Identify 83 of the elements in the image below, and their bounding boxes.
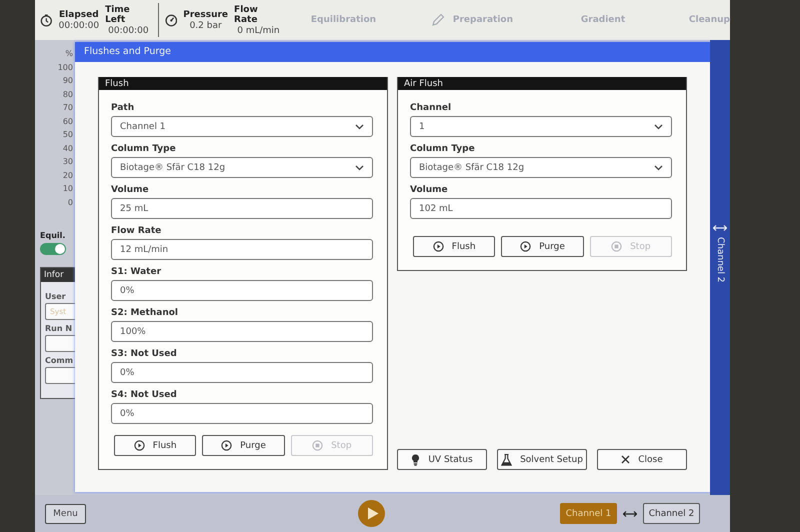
dialog-title-bar: Flushes and Purge: [75, 42, 710, 62]
side-tab[interactable]: Channel 2: [715, 237, 725, 283]
clock-icon: [40, 14, 53, 26]
chevron-down-icon: [654, 124, 663, 130]
field-label: Channel: [410, 102, 452, 115]
action-button[interactable]: Purge: [501, 236, 584, 257]
dropdown[interactable]: 1: [410, 116, 672, 137]
chevron-down-icon: [355, 124, 364, 130]
readout-value: 0 mL/min: [237, 26, 280, 36]
field-label: Volume: [410, 184, 449, 197]
flask-icon: [501, 454, 512, 466]
readout-value: 00:00:00: [58, 20, 100, 30]
field-label: Path: [111, 102, 136, 115]
action-button[interactable]: UV Status: [397, 449, 487, 470]
axis-tick-label: 0: [68, 196, 73, 208]
input-field[interactable]: [45, 335, 75, 352]
field-label: S3: Not Used: [111, 348, 178, 361]
input-field[interactable]: 0%: [111, 280, 373, 301]
axis-tick-label: 50: [62, 129, 73, 141]
input-field[interactable]: 12 mL/min: [111, 239, 373, 260]
play-circle-icon: [134, 440, 145, 451]
input-field[interactable]: 0%: [111, 403, 373, 424]
field-label: Flow Rate: [111, 225, 162, 238]
axis-tick-label: 20: [62, 170, 73, 182]
menu-button[interactable]: Menu: [45, 504, 86, 524]
axis-unit: %: [65, 48, 73, 60]
close-icon: [621, 455, 630, 464]
axis-tick-label: 90: [62, 75, 73, 87]
toggle-label: Equil.: [40, 231, 66, 240]
readout-value: 0.2 bar: [190, 20, 222, 30]
double-arrow-icon: [623, 510, 637, 516]
axis-tick-label: 100: [58, 62, 73, 74]
chevron-down-icon: [654, 164, 663, 170]
field-label: S1: Water: [111, 266, 162, 279]
play-icon: [367, 507, 379, 520]
axis-tick-label: 10: [62, 183, 73, 195]
section-title: Flush: [99, 77, 387, 90]
readout-value: 00:00:00: [108, 26, 149, 36]
axis-tick-label: 40: [62, 142, 73, 154]
axis-tick-label: 60: [62, 116, 73, 128]
play-circle-icon: [221, 440, 232, 451]
play-button[interactable]: [358, 500, 385, 527]
input-field[interactable]: [45, 367, 75, 384]
field-label: S4: Not Used: [111, 389, 178, 402]
panel-title: Infor: [41, 268, 75, 282]
action-button[interactable]: Flush: [413, 236, 496, 257]
play-circle-icon: [432, 241, 444, 252]
dropdown[interactable]: Biotage® Sfär C18 12g: [410, 157, 672, 178]
light-bulb-icon: [411, 454, 420, 466]
double-arrow-icon: [713, 225, 727, 231]
input-field[interactable]: 25 mL: [111, 198, 373, 219]
input-field[interactable]: 102 mL: [410, 198, 672, 219]
action-button[interactable]: Purge: [202, 435, 285, 456]
field-label: S2: Methanol: [111, 307, 179, 320]
gauge-icon: [164, 14, 178, 26]
readout-label: Time Left: [105, 4, 131, 24]
readout-label: Pressure: [183, 10, 228, 20]
action-button[interactable]: Close: [597, 449, 687, 470]
channel-tab[interactable]: Channel 2: [643, 503, 700, 524]
input-field[interactable]: 100%: [111, 321, 373, 342]
axis-tick-label: 30: [62, 156, 73, 168]
action-button[interactable]: Solvent Setup: [497, 449, 587, 470]
pencil-icon: [430, 13, 445, 27]
field-label: Volume: [111, 184, 150, 197]
field-label: Run N: [45, 324, 74, 334]
toggle-switch[interactable]: [40, 243, 66, 256]
axis-tick-label: 80: [62, 88, 73, 100]
dropdown[interactable]: Biotage® Sfär C18 12g: [111, 157, 373, 178]
action-button[interactable]: Flush: [114, 435, 196, 456]
input-field[interactable]: 0%: [111, 362, 373, 383]
readout-label: Flow Rate: [234, 4, 259, 24]
field-label: Comm: [45, 356, 74, 366]
section-title: Air Flush: [398, 77, 686, 90]
field-label: User: [45, 292, 67, 302]
field-label: Column Type: [410, 143, 476, 156]
chevron-down-icon: [355, 164, 364, 170]
dropdown[interactable]: Channel 1: [111, 116, 373, 137]
readout-label: Elapsed: [59, 10, 99, 20]
field-label: Column Type: [111, 143, 177, 156]
stop-circle-icon: [611, 241, 622, 252]
axis-tick-label: 70: [62, 102, 73, 114]
stop-circle-icon: [312, 440, 324, 451]
play-circle-icon: [520, 241, 532, 252]
